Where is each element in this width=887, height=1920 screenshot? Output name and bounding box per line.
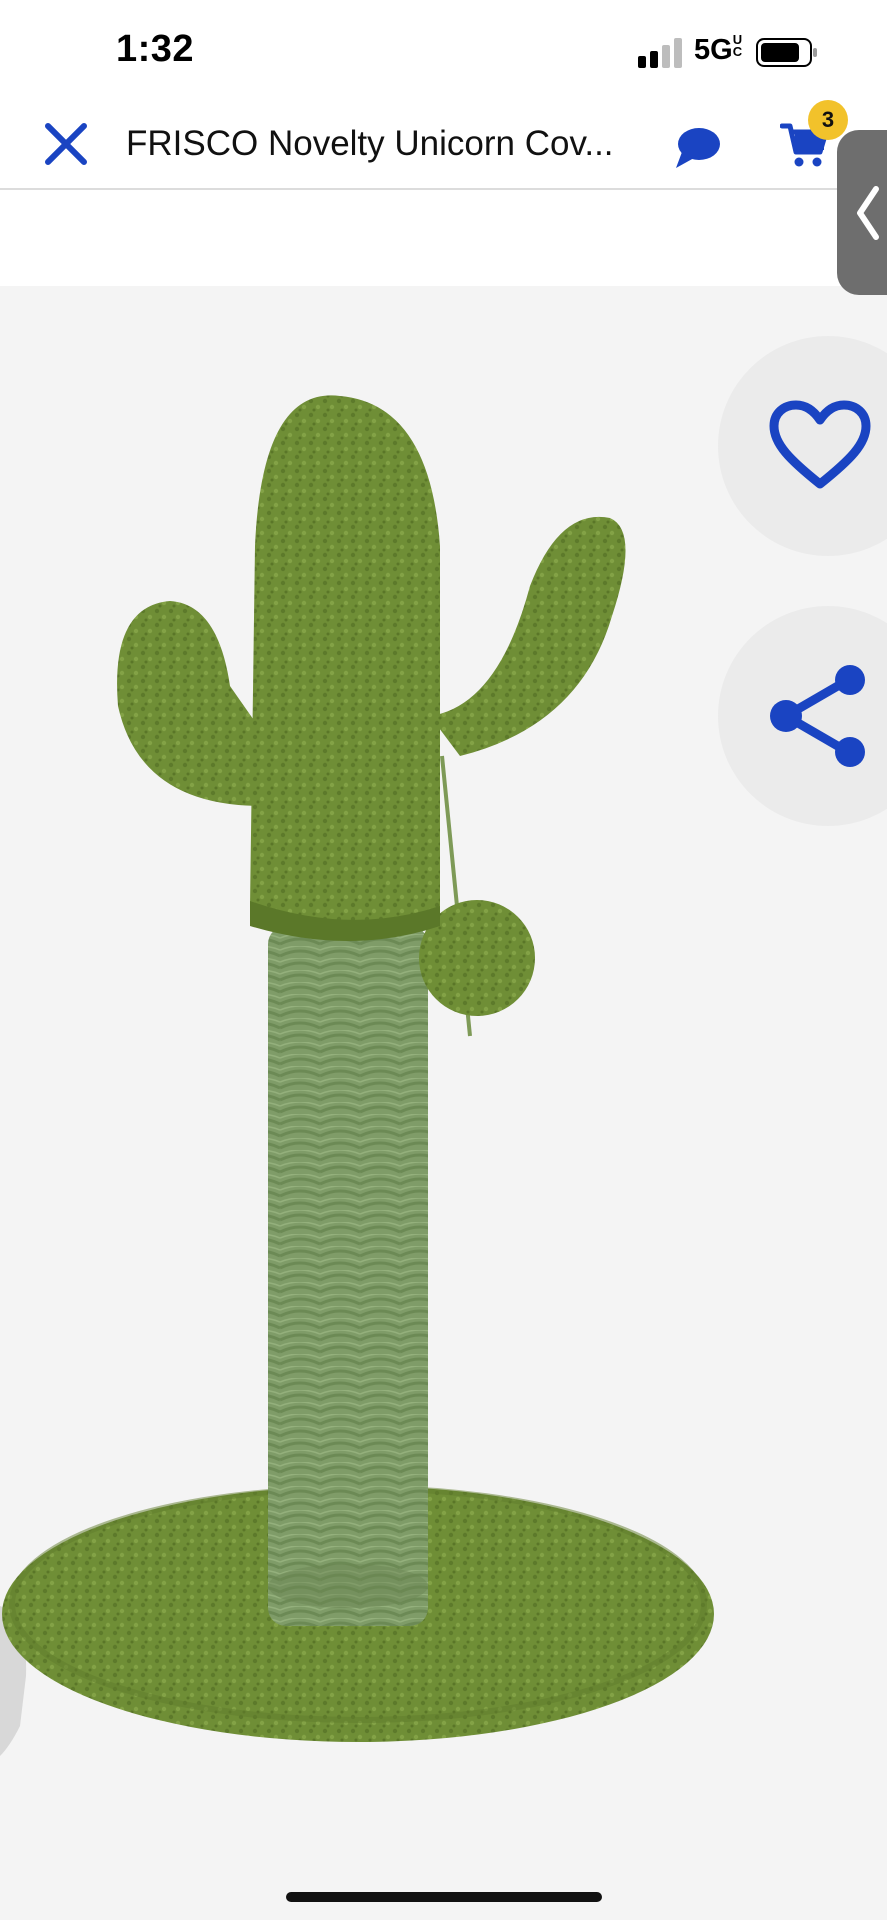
- product-header: FRISCO Novelty Unicorn Cov...: [0, 100, 887, 190]
- close-button[interactable]: [40, 118, 92, 170]
- chat-bubble-icon: [676, 128, 720, 168]
- chevron-left-icon: [857, 185, 879, 240]
- page-title: FRISCO Novelty Unicorn Cov...: [126, 124, 614, 163]
- status-time: 1:32: [116, 28, 195, 70]
- heart-icon: [769, 400, 871, 489]
- network-suffix: UC: [732, 32, 743, 59]
- header-spacer: [0, 192, 887, 286]
- share-icon: [770, 665, 865, 767]
- cart-count-badge: 3: [808, 100, 848, 140]
- network-type: 5G: [694, 34, 733, 66]
- side-panel-tab[interactable]: [837, 130, 887, 295]
- network-label: 5GUC: [694, 32, 745, 67]
- chat-button[interactable]: [672, 122, 724, 174]
- close-icon: [45, 123, 87, 165]
- product-image-gallery[interactable]: [0, 286, 887, 1920]
- home-indicator[interactable]: [286, 1892, 602, 1902]
- product-image: [0, 395, 714, 1756]
- battery-icon: [756, 38, 817, 67]
- status-bar: 1:32 5GUC: [0, 0, 887, 100]
- signal-icon: [638, 38, 682, 68]
